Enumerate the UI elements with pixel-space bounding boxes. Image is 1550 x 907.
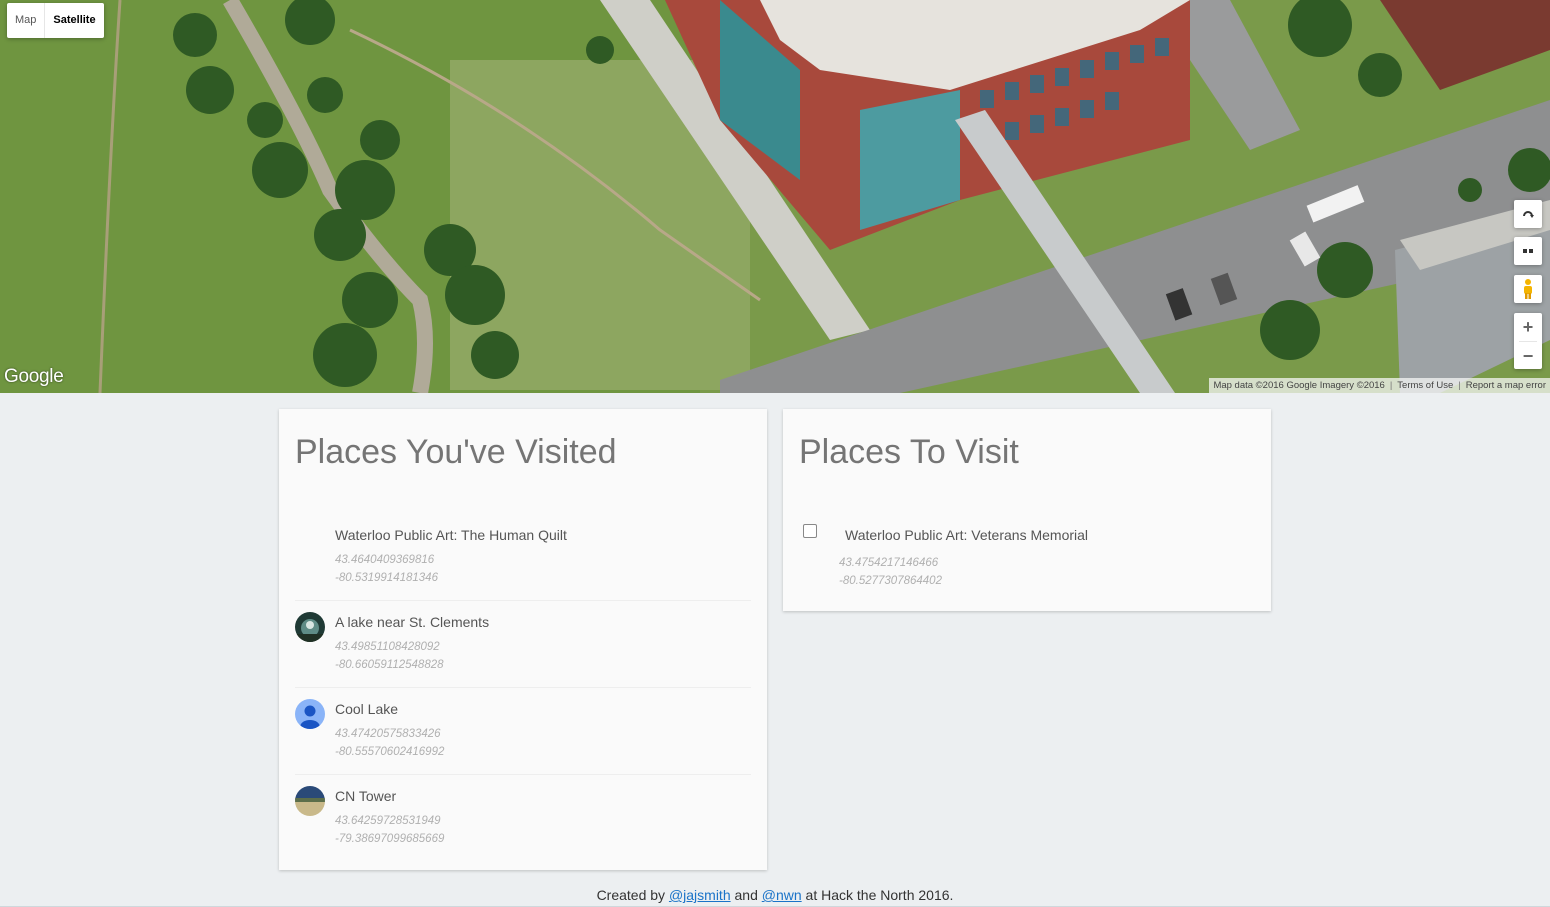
default-user-icon: [295, 699, 325, 729]
zoom-out-button[interactable]: −: [1514, 342, 1542, 370]
pegman-button[interactable]: [1514, 275, 1542, 303]
place-name: CN Tower: [335, 788, 397, 804]
pegman-icon: [1524, 279, 1532, 299]
footer-suffix: at Hack the North 2016.: [801, 887, 954, 903]
place-longitude: -80.5319914181346: [335, 572, 438, 584]
to-visit-card: Places To Visit Waterloo Public Art: Vet…: [783, 409, 1271, 611]
zoom-in-button[interactable]: +: [1514, 313, 1542, 341]
place-latitude: 43.64259728531949: [335, 815, 441, 827]
footer-middle: and: [730, 887, 762, 903]
place-latitude: 43.4754217146466: [839, 557, 939, 569]
map-type-control: Map Satellite: [7, 3, 104, 38]
place-photo-avatar: [295, 786, 325, 816]
map-view[interactable]: Map Satellite Google Map data ©2016 Goog…: [0, 0, 1550, 393]
place-longitude: -80.66059112548828: [335, 659, 444, 671]
tilt-icon: [1523, 249, 1533, 253]
field-photo-icon: [295, 786, 325, 816]
author-link-jajsmith[interactable]: @jajsmith: [669, 887, 731, 903]
to-visit-title: Places To Visit: [799, 433, 1019, 471]
place-photo-avatar: [295, 699, 325, 729]
map-attribution: Map data ©2016 Google Imagery ©2016 | Te…: [1209, 378, 1550, 393]
footer: Created by @jajsmith and @nwn at Hack th…: [0, 887, 1550, 903]
rotate-map-button[interactable]: [1514, 200, 1542, 228]
place-latitude: 43.47420575833426: [335, 728, 441, 740]
visited-title: Places You've Visited: [295, 433, 617, 471]
map-type-satellite-button[interactable]: Satellite: [44, 3, 103, 38]
terms-of-use-link[interactable]: Terms of Use: [1397, 378, 1453, 393]
place-longitude: -79.38697099685669: [335, 833, 445, 845]
visited-list-item[interactable]: CN Tower 43.64259728531949 -79.386970996…: [295, 775, 751, 862]
map-data-credit: Map data ©2016 Google Imagery ©2016: [1213, 380, 1385, 391]
separator: |: [1458, 380, 1461, 391]
place-name: A lake near St. Clements: [335, 614, 490, 630]
place-name: Waterloo Public Art: The Human Quilt: [335, 527, 567, 543]
tilt-map-button[interactable]: [1514, 237, 1542, 265]
place-photo-avatar: [295, 612, 325, 642]
report-map-error-link[interactable]: Report a map error: [1466, 378, 1546, 393]
author-link-nwn[interactable]: @nwn: [762, 887, 802, 903]
place-latitude: 43.49851108428092: [335, 641, 440, 653]
footer-prefix: Created by: [596, 887, 669, 903]
lake-photo-icon: [295, 612, 325, 642]
separator: |: [1389, 380, 1393, 391]
satellite-imagery[interactable]: [0, 0, 1550, 393]
to-visit-list-item[interactable]: Waterloo Public Art: Veterans Memorial 4…: [799, 514, 1255, 601]
visited-list-item[interactable]: Cool Lake 43.47420575833426 -80.55570602…: [295, 688, 751, 775]
place-longitude: -80.5277307864402: [839, 575, 942, 587]
map-type-map-button[interactable]: Map: [7, 3, 44, 38]
visited-card: Places You've Visited Waterloo Public Ar…: [279, 409, 767, 870]
place-name: Waterloo Public Art: Veterans Memorial: [845, 527, 1089, 543]
visited-list-item[interactable]: Waterloo Public Art: The Human Quilt 43.…: [295, 514, 751, 601]
visited-list-item[interactable]: A lake near St. Clements 43.498511084280…: [295, 601, 751, 688]
google-logo[interactable]: Google: [4, 366, 64, 388]
place-longitude: -80.55570602416992: [335, 746, 445, 758]
place-latitude: 43.4640409369816: [335, 554, 435, 566]
place-name: Cool Lake: [335, 701, 399, 717]
zoom-control: + −: [1514, 313, 1542, 369]
rotate-icon: [1523, 211, 1534, 218]
